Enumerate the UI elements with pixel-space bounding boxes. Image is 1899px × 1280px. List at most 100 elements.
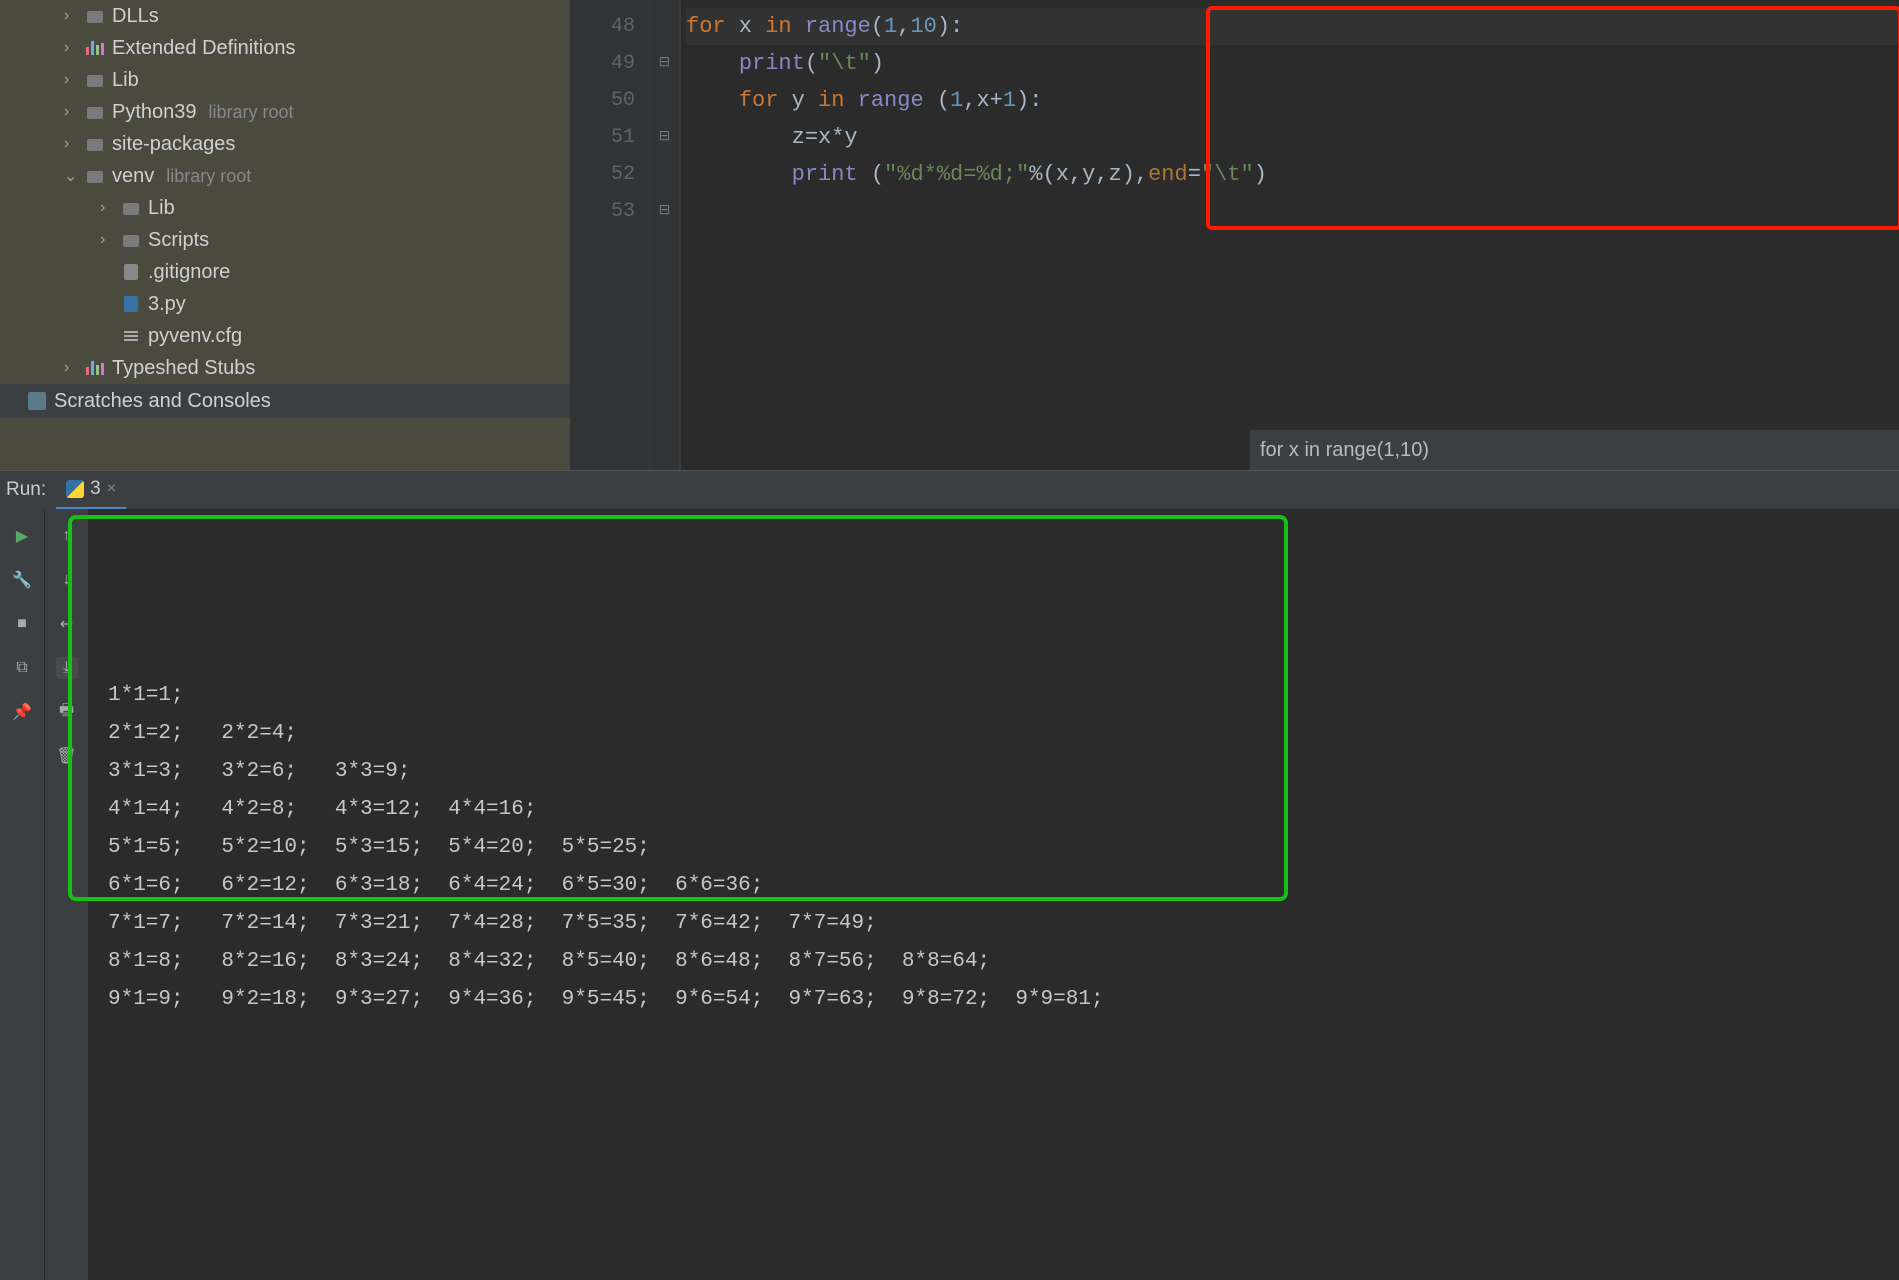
scratches-and-consoles[interactable]: Scratches and Consoles: [0, 384, 570, 418]
code-editor[interactable]: 484950515253 ⊟ ⊟ ⊟ for x in range(1,10): p…: [570, 0, 1899, 470]
console-line: 6*1=6; 6*2=12; 6*3=18; 6*4=24; 6*5=30; 6…: [108, 867, 1879, 905]
console-line: 8*1=8; 8*2=16; 8*3=24; 8*4=32; 8*5=40; 8…: [108, 943, 1879, 981]
chevron-icon[interactable]: ›: [64, 7, 78, 25]
close-icon[interactable]: ×: [107, 480, 116, 498]
tree-item-label: Lib: [148, 197, 175, 220]
library-root-tag: library root: [166, 166, 251, 187]
run-tab[interactable]: 3 ×: [56, 471, 126, 509]
config-file-icon: [122, 327, 140, 345]
line-number-gutter: 484950515253: [570, 0, 650, 470]
folder-icon: [122, 231, 140, 249]
scroll-to-end-icon[interactable]: ⤓: [56, 657, 78, 679]
tree-item-label: pyvenv.cfg: [148, 325, 242, 348]
tree-item[interactable]: › Lib: [0, 192, 570, 224]
tree-item-label: Scripts: [148, 229, 209, 252]
folder-icon: [86, 167, 104, 185]
scratches-icon: [28, 392, 46, 410]
fold-marker[interactable]: [650, 156, 679, 193]
chevron-icon[interactable]: ›: [64, 135, 78, 153]
console-line: [108, 639, 1879, 677]
library-icon: [86, 39, 104, 57]
code-area[interactable]: for x in range(1,10): print("\t") for y …: [680, 0, 1899, 470]
fold-gutter[interactable]: ⊟ ⊟ ⊟: [650, 0, 680, 470]
console-line: 9*1=9; 9*2=18; 9*3=27; 9*4=36; 9*5=45; 9…: [108, 981, 1879, 1019]
line-number: 48: [570, 8, 635, 45]
code-line[interactable]: for y in range (1,x+1):: [686, 82, 1899, 119]
python-file-icon: [122, 295, 140, 313]
tree-item-label: venv: [112, 165, 154, 188]
tree-item-label: 3.py: [148, 293, 186, 316]
tree-item-label: Extended Definitions: [112, 37, 295, 60]
tree-item[interactable]: › DLLs: [0, 0, 570, 32]
run-toolbar-inner: ↑ ↓ ↩ ⤓ 🖶 🗑: [44, 509, 88, 1280]
tree-item[interactable]: pyvenv.cfg: [0, 320, 570, 352]
wrench-icon[interactable]: 🔧: [11, 569, 33, 591]
tree-item-label: site-packages: [112, 133, 235, 156]
project-tree[interactable]: › DLLs › Extended Definitions › Lib › Python39 l…: [0, 0, 570, 470]
line-number: 53: [570, 193, 635, 230]
console-output[interactable]: 1*1=1;2*1=2; 2*2=4;3*1=3; 3*2=6; 3*3=9;4…: [88, 509, 1899, 1280]
file-icon: [122, 263, 140, 281]
scratches-label: Scratches and Consoles: [54, 390, 271, 413]
tree-item[interactable]: .gitignore: [0, 256, 570, 288]
soft-wrap-icon[interactable]: ↩: [56, 613, 78, 635]
run-toolbar-outer: ▶ 🔧 ■ ⧉ 📌: [0, 509, 44, 1280]
stop-icon[interactable]: ■: [11, 613, 33, 635]
tree-item[interactable]: 3.py: [0, 288, 570, 320]
code-line[interactable]: print("\t"): [686, 45, 1899, 82]
tree-item-label: DLLs: [112, 5, 159, 28]
chevron-icon[interactable]: ⌄: [64, 166, 78, 186]
tree-item[interactable]: › Typeshed Stubs: [0, 352, 570, 384]
breadcrumb[interactable]: for x in range(1,10): [1250, 430, 1899, 470]
console-line: 4*1=4; 4*2=8; 4*3=12; 4*4=16;: [108, 791, 1879, 829]
chevron-icon[interactable]: ›: [100, 231, 114, 249]
console-line: 2*1=2; 2*2=4;: [108, 715, 1879, 753]
tree-item[interactable]: › Extended Definitions: [0, 32, 570, 64]
folder-icon: [86, 135, 104, 153]
trash-icon[interactable]: 🗑: [56, 745, 78, 767]
console-line: 7*1=7; 7*2=14; 7*3=21; 7*4=28; 7*5=35; 7…: [108, 905, 1879, 943]
print-icon[interactable]: 🖶: [56, 701, 78, 723]
line-number: 50: [570, 82, 635, 119]
fold-marker[interactable]: ⊟: [650, 45, 679, 82]
play-icon[interactable]: ▶: [11, 525, 33, 547]
run-header: Run: 3 ×: [0, 471, 1899, 509]
python-icon: [66, 480, 84, 498]
chevron-icon[interactable]: ›: [64, 39, 78, 57]
run-label: Run:: [6, 479, 46, 501]
chevron-icon[interactable]: ›: [64, 71, 78, 89]
chevron-icon[interactable]: ›: [64, 103, 78, 121]
up-arrow-icon[interactable]: ↑: [56, 525, 78, 547]
tree-item-label: .gitignore: [148, 261, 230, 284]
folder-icon: [86, 103, 104, 121]
console-line: 1*1=1;: [108, 677, 1879, 715]
console-line: 5*1=5; 5*2=10; 5*3=15; 5*4=20; 5*5=25;: [108, 829, 1879, 867]
fold-marker[interactable]: ⊟: [650, 193, 679, 230]
tree-item[interactable]: › Python39 library root: [0, 96, 570, 128]
library-icon: [86, 359, 104, 377]
folder-icon: [122, 199, 140, 217]
tree-item[interactable]: ⌄ venv library root: [0, 160, 570, 192]
library-root-tag: library root: [209, 102, 294, 123]
code-line[interactable]: for x in range(1,10):: [686, 8, 1899, 45]
tree-item-label: Typeshed Stubs: [112, 357, 255, 380]
fold-marker[interactable]: [650, 8, 679, 45]
console-line: 3*1=3; 3*2=6; 3*3=9;: [108, 753, 1879, 791]
layout-icon[interactable]: ⧉: [11, 657, 33, 679]
folder-icon: [86, 7, 104, 25]
tree-item[interactable]: › Scripts: [0, 224, 570, 256]
pin-icon[interactable]: 📌: [11, 701, 33, 723]
tree-item-label: Python39: [112, 101, 197, 124]
fold-marker[interactable]: [650, 82, 679, 119]
tree-item-label: Lib: [112, 69, 139, 92]
down-arrow-icon[interactable]: ↓: [56, 569, 78, 591]
tree-item[interactable]: › Lib: [0, 64, 570, 96]
folder-icon: [86, 71, 104, 89]
line-number: 51: [570, 119, 635, 156]
chevron-icon[interactable]: ›: [64, 359, 78, 377]
tree-item[interactable]: › site-packages: [0, 128, 570, 160]
chevron-icon[interactable]: ›: [100, 199, 114, 217]
fold-marker[interactable]: ⊟: [650, 119, 679, 156]
code-line[interactable]: print ("%d*%d=%d;"%(x,y,z),end="\t"): [686, 156, 1899, 193]
code-line[interactable]: z=x*y: [686, 119, 1899, 156]
